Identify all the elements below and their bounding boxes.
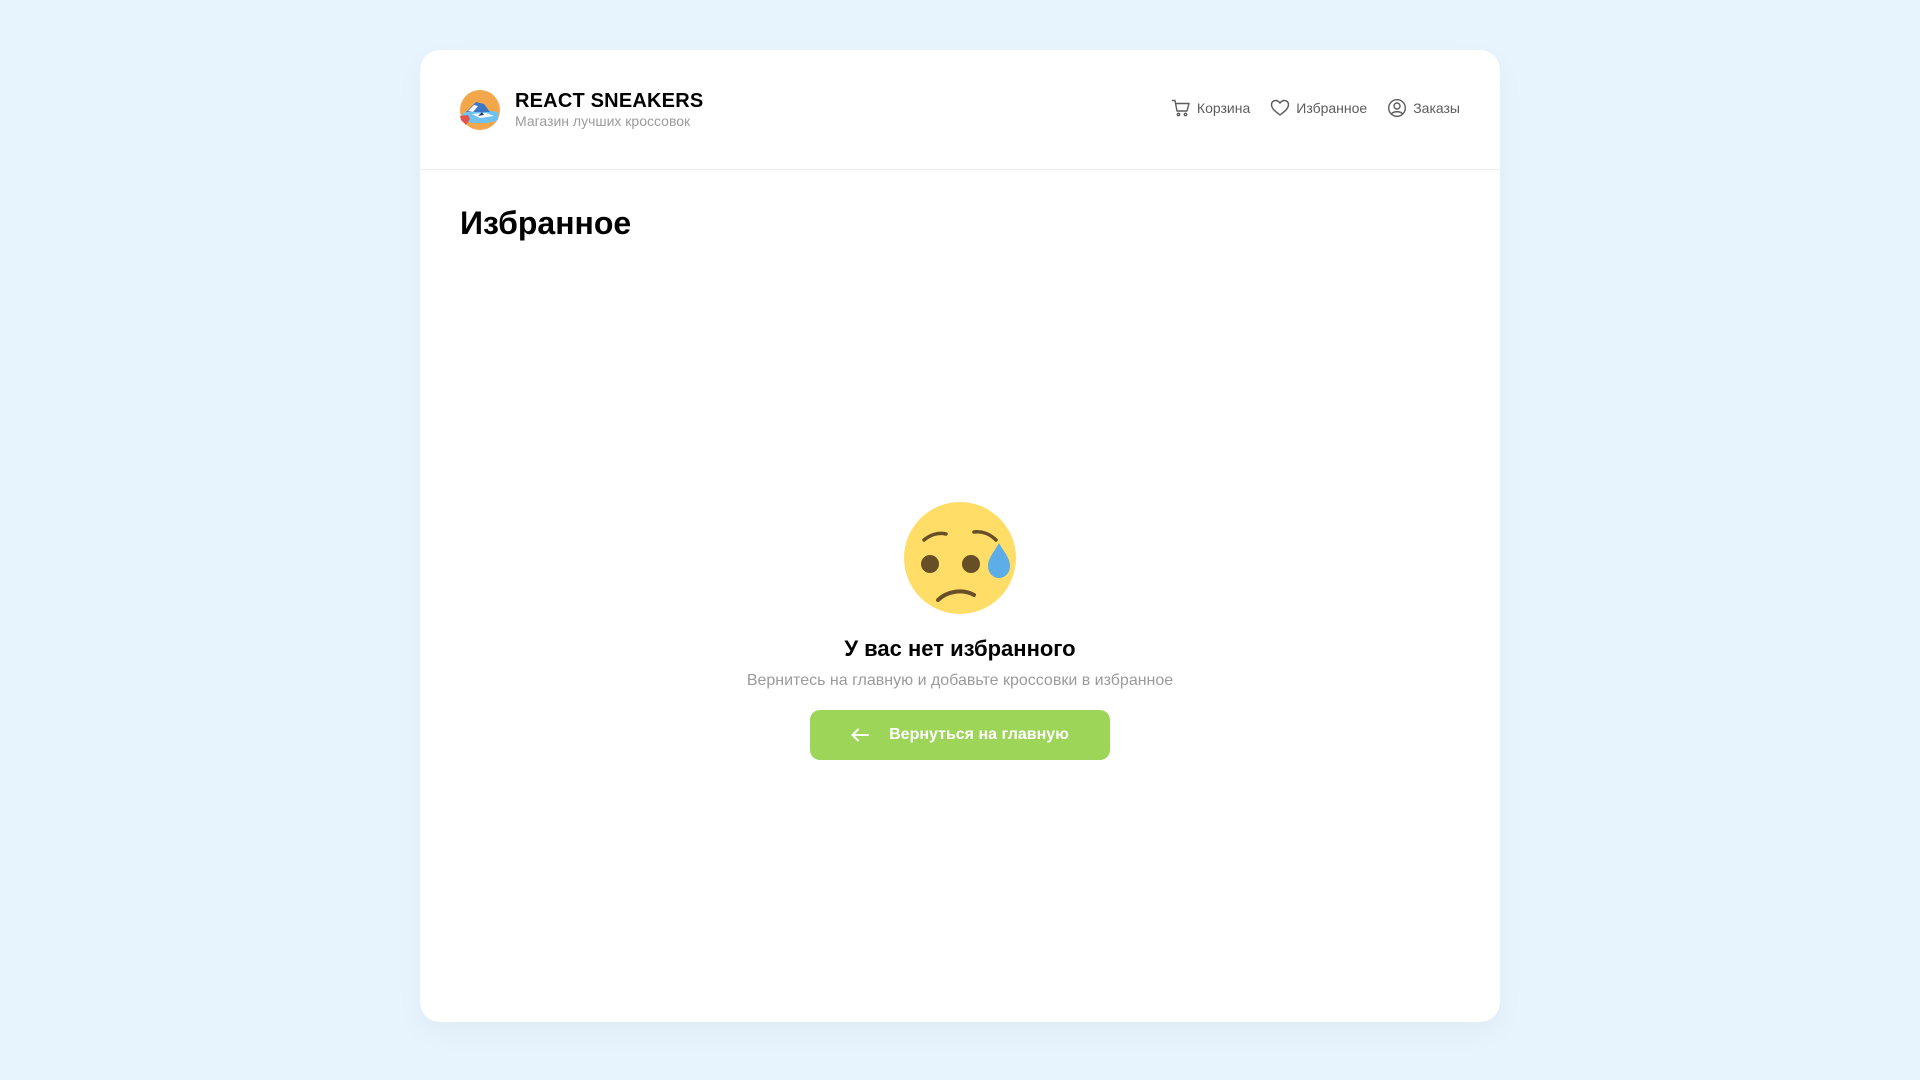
brand-name: REACT SNEAKERS [515,90,704,112]
sad-face-emoji-icon [904,502,1016,614]
page-title: Избранное [460,205,632,241]
nav-favorites-label: Избранное [1296,100,1368,116]
user-icon [1388,98,1407,118]
nav-favorites[interactable]: Избранное [1270,98,1367,118]
nav-orders[interactable]: Заказы [1387,98,1460,118]
sneaker-logo-icon [460,90,500,130]
nav-cart[interactable]: Корзина [1171,98,1250,118]
main-card: REACT SNEAKERS Магазин лучших кроссовок … [420,50,1500,1022]
nav-cart-label: Корзина [1196,100,1251,116]
heart-icon [1271,99,1290,116]
cart-icon [1171,99,1190,117]
header: REACT SNEAKERS Магазин лучших кроссовок … [420,50,1500,170]
logo-link[interactable]: REACT SNEAKERS Магазин лучших кроссовок [460,90,703,130]
back-to-home-button[interactable]: Вернуться на главную [810,710,1110,760]
empty-state: У вас нет избранного Вернитесь на главну… [420,500,1500,760]
arrow-left-icon [851,728,870,742]
empty-state-title: У вас нет избранного [844,636,1076,661]
empty-state-subtitle: Вернитесь на главную и добавьте кроссовк… [746,672,1174,689]
brand-tagline: Магазин лучших кроссовок [515,113,691,129]
header-nav: Корзина Избранное Заказы [1151,98,1460,118]
nav-orders-label: Заказы [1413,100,1460,116]
back-to-home-label: Вернуться на главную [889,726,1069,743]
